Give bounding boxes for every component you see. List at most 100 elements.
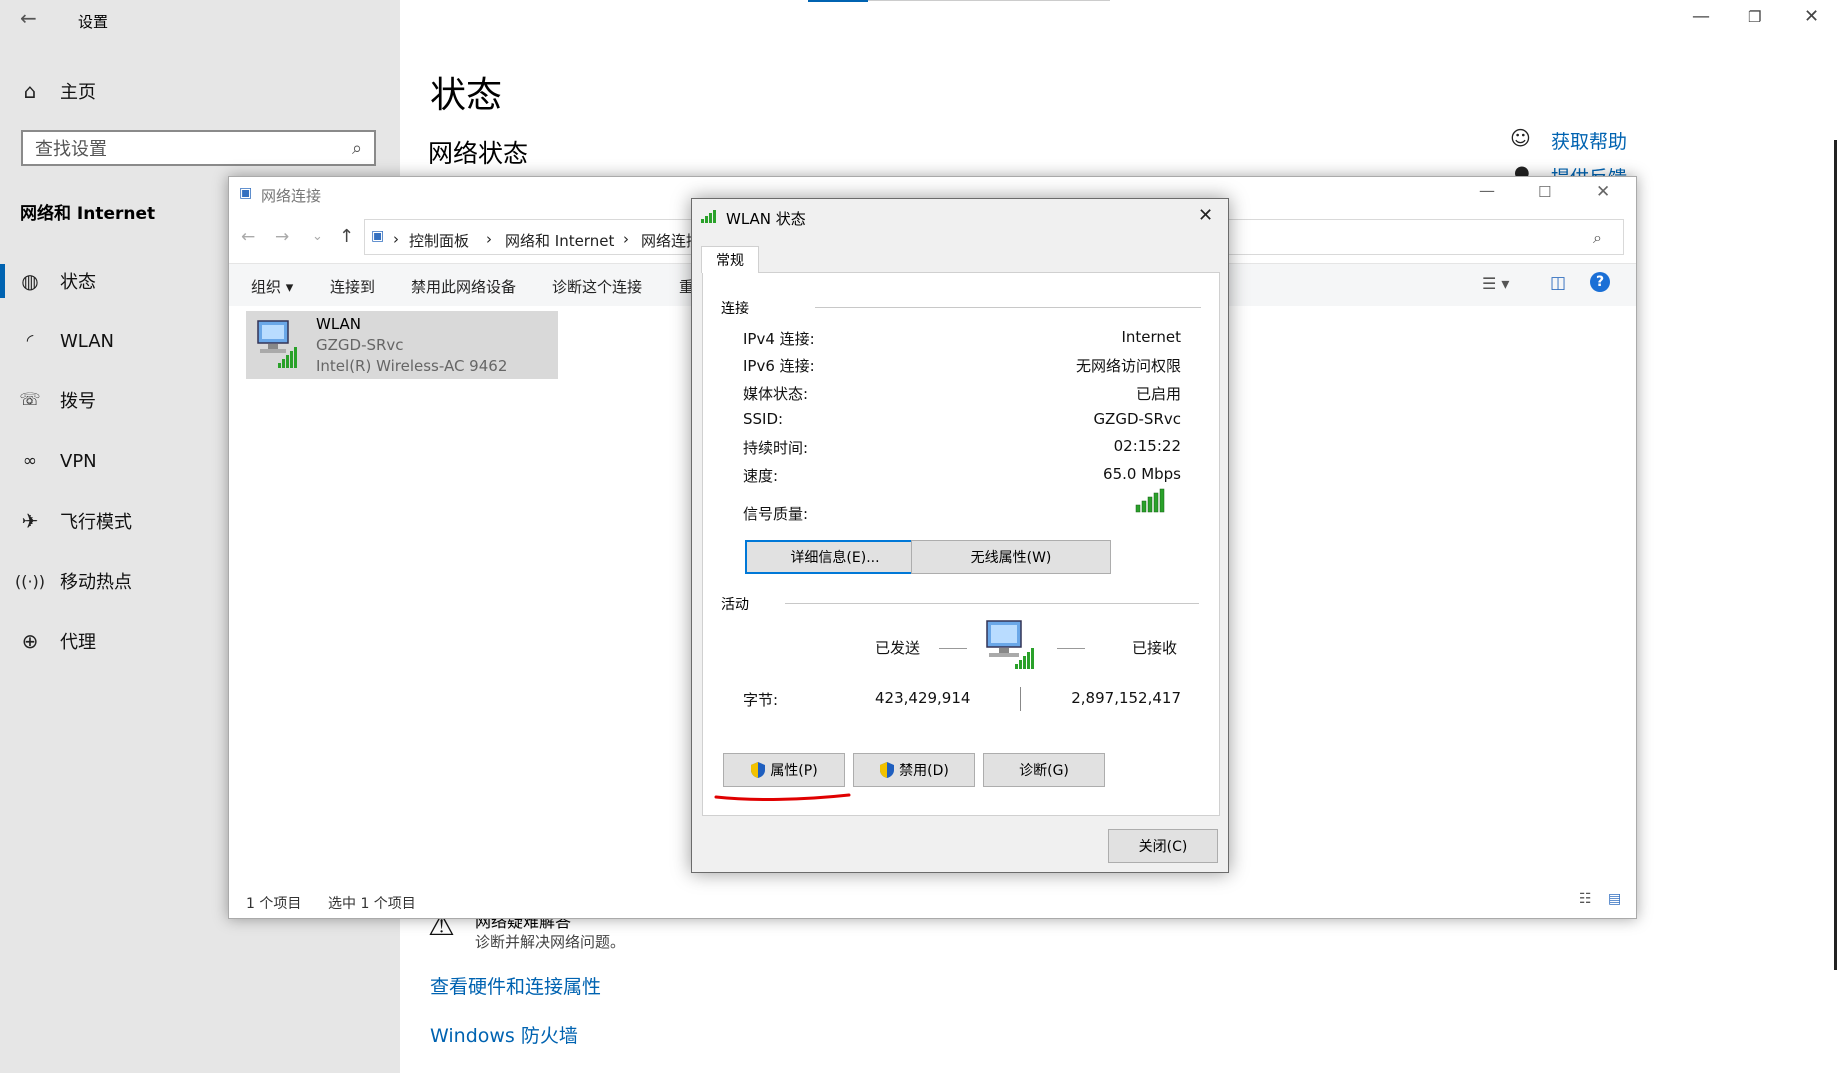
selected-count: 选中 1 个项目 bbox=[328, 896, 416, 912]
signal-quality-label: 信号质量: bbox=[743, 505, 809, 523]
settings-title: 设置 bbox=[78, 13, 109, 31]
received-dash bbox=[1057, 648, 1085, 649]
airplane-icon: ✈ bbox=[21, 509, 39, 533]
bytes-received-value: 2,897,152,417 bbox=[1071, 689, 1181, 707]
view-options-icon[interactable]: ☰ ▾ bbox=[1482, 274, 1509, 293]
bytes-label: 字节: bbox=[743, 691, 779, 709]
restore-icon[interactable]: ❐ bbox=[1748, 8, 1761, 26]
nav-forward-icon[interactable]: → bbox=[275, 227, 289, 247]
network-folder-icon: ▣ bbox=[239, 185, 253, 201]
top-tab-line bbox=[868, 0, 1110, 1]
activity-computer-icon bbox=[986, 620, 1034, 669]
ipv4-label: IPv4 连接: bbox=[743, 330, 815, 348]
settings-search-input[interactable]: 查找设置 ⌕ bbox=[21, 130, 376, 166]
activity-group-line bbox=[785, 603, 1199, 604]
activity-group-label: 活动 bbox=[721, 597, 749, 613]
close-icon[interactable]: ✕ bbox=[1804, 6, 1819, 27]
wireless-properties-button[interactable]: 无线属性(W) bbox=[911, 540, 1111, 574]
address-search-icon[interactable]: ⌕ bbox=[1593, 228, 1602, 248]
nav-home[interactable]: ⌂ 主页 bbox=[0, 66, 400, 116]
breadcrumb-control-panel[interactable]: 控制面板 bbox=[409, 230, 469, 251]
disable-button[interactable]: 禁用(D) bbox=[853, 753, 975, 787]
speed-value: 65.0 Mbps bbox=[1103, 465, 1181, 483]
breadcrumb-sep-icon: › bbox=[623, 230, 629, 248]
tab-general[interactable]: 常规 bbox=[701, 246, 759, 273]
minimize-icon[interactable]: — bbox=[1692, 6, 1710, 27]
explorer-title: 网络连接 bbox=[261, 187, 322, 205]
nav-item-label: 代理 bbox=[60, 632, 96, 653]
nav-item-label: WLAN bbox=[60, 330, 115, 352]
dialup-icon: ☏ bbox=[19, 390, 41, 410]
hardware-properties-link[interactable]: 查看硬件和连接属性 bbox=[430, 972, 601, 999]
help-link[interactable]: 获取帮助 bbox=[1551, 127, 1627, 154]
wlan-status-dialog: WLAN 状态 ✕ 连接 IPv4 连接: Internet IPv6 连接: … bbox=[691, 198, 1229, 873]
explorer-status-bar: 1 个项目 选中 1 个项目 ☷ ▤ bbox=[229, 885, 1636, 917]
media-state-label: 媒体状态: bbox=[743, 385, 809, 403]
explorer-maximize-icon[interactable]: ☐ bbox=[1538, 183, 1551, 201]
item-count: 1 个项目 bbox=[246, 896, 302, 912]
network-adapter-icon bbox=[257, 320, 297, 368]
ipv6-label: IPv6 连接: bbox=[743, 357, 815, 375]
wlan-adapter-item[interactable]: WLAN GZGD-SRvc Intel(R) Wireless-AC 9462 bbox=[246, 311, 558, 379]
tab-general-label: 常规 bbox=[716, 253, 744, 269]
firewall-link[interactable]: Windows 防火墙 bbox=[430, 1021, 578, 1048]
diagnose-button[interactable]: 诊断(G) bbox=[983, 753, 1105, 787]
duration-label: 持续时间: bbox=[743, 439, 809, 457]
speed-label: 速度: bbox=[743, 467, 779, 485]
breadcrumb-network[interactable]: 网络和 Internet bbox=[505, 230, 614, 251]
properties-button[interactable]: 属性(P) bbox=[723, 753, 845, 787]
details-view-icon[interactable]: ☷ bbox=[1579, 891, 1592, 907]
duration-value: 02:15:22 bbox=[1113, 437, 1181, 455]
disable-device-button[interactable]: 禁用此网络设备 bbox=[411, 276, 516, 297]
explorer-minimize-icon[interactable]: — bbox=[1479, 181, 1495, 200]
explorer-close-icon[interactable]: ✕ bbox=[1596, 182, 1610, 202]
troubleshoot-desc: 诊断并解决网络问题。 bbox=[475, 933, 626, 951]
connection-group-label: 连接 bbox=[721, 301, 749, 317]
dialog-close-icon[interactable]: ✕ bbox=[1198, 205, 1213, 226]
top-tab-indicator bbox=[808, 0, 868, 2]
nav-item-label: 移动热点 bbox=[60, 572, 132, 593]
diagnose-button-label: 诊断(G) bbox=[1019, 763, 1069, 779]
dialog-title: WLAN 状态 bbox=[726, 210, 806, 228]
preview-pane-icon[interactable]: ◫ bbox=[1550, 273, 1566, 293]
breadcrumb-sep-icon: › bbox=[486, 230, 492, 248]
section-title: 网络状态 bbox=[428, 139, 529, 168]
tiles-view-icon[interactable]: ▤ bbox=[1608, 891, 1621, 907]
nav-up-icon[interactable]: ↑ bbox=[339, 226, 354, 247]
globe-status-icon: ◍ bbox=[21, 269, 39, 293]
bytes-divider bbox=[1020, 687, 1021, 711]
wlan-item-adapter: Intel(R) Wireless-AC 9462 bbox=[316, 357, 508, 375]
nav-recent-icon[interactable]: ⌄ bbox=[312, 229, 323, 244]
hotspot-icon: ((·)) bbox=[14, 571, 46, 591]
connect-to-button[interactable]: 连接到 bbox=[330, 276, 375, 297]
help-circle-icon[interactable]: ? bbox=[1590, 272, 1610, 292]
uac-shield-icon bbox=[880, 762, 895, 778]
category-title: 网络和 Internet bbox=[20, 204, 156, 224]
uac-shield-icon bbox=[751, 762, 766, 778]
search-placeholder: 查找设置 bbox=[35, 139, 107, 160]
connection-group-line bbox=[815, 307, 1201, 308]
control-panel-icon: ▣ bbox=[371, 228, 385, 244]
red-underline-annotation bbox=[714, 793, 851, 801]
page-title: 状态 bbox=[430, 75, 503, 116]
sent-dash bbox=[939, 648, 967, 649]
nav-item-label: VPN bbox=[60, 450, 97, 472]
details-button[interactable]: 详细信息(E)... bbox=[745, 540, 925, 574]
close-button[interactable]: 关闭(C) bbox=[1108, 829, 1218, 863]
organize-menu[interactable]: 组织 ▾ bbox=[251, 276, 293, 297]
signal-title-icon bbox=[701, 210, 716, 223]
wifi-icon: ◜ bbox=[26, 331, 34, 351]
nav-home-label: 主页 bbox=[60, 82, 96, 103]
breadcrumb-sep-icon: › bbox=[393, 230, 399, 248]
details-button-label: 详细信息(E)... bbox=[790, 550, 880, 566]
diagnose-connection-button[interactable]: 诊断这个连接 bbox=[552, 276, 642, 297]
back-arrow-icon[interactable]: ← bbox=[20, 6, 37, 30]
help-icon: ☺ bbox=[1510, 126, 1531, 150]
bytes-sent-value: 423,429,914 bbox=[875, 689, 971, 707]
vpn-icon: ∞ bbox=[22, 451, 38, 471]
nav-item-label: 拨号 bbox=[60, 391, 96, 412]
nav-back-icon[interactable]: ← bbox=[241, 227, 255, 247]
media-state-value: 已启用 bbox=[1135, 385, 1181, 403]
wlan-item-ssid: GZGD-SRvc bbox=[316, 336, 404, 354]
wlan-item-name: WLAN bbox=[316, 315, 362, 333]
